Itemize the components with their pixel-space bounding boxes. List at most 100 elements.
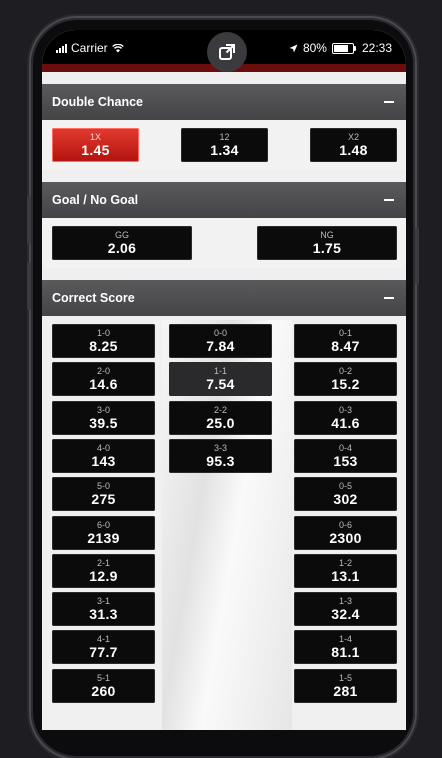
score-label: 0-3 (338, 404, 352, 415)
double-chance-row: 1X 1.45 12 1.34 X2 1.48 (42, 120, 406, 170)
clock-time: 22:33 (361, 41, 392, 55)
score-button-1-0[interactable]: 1-0 8.25 (52, 324, 155, 358)
score-button-2-2[interactable]: 2-2 25.0 (169, 400, 272, 435)
location-arrow-icon (289, 44, 298, 52)
score-odd: 8.47 (331, 338, 360, 354)
score-button-0-6[interactable]: 0-6 2300 (294, 515, 397, 550)
score-label: 2-0 (96, 366, 110, 377)
score-odd: 77.7 (89, 644, 118, 661)
phone-screen: Carrier 80% 22:33 Double Chance 1X 1.45 (42, 30, 406, 730)
odd-value: 1.75 (312, 240, 342, 256)
score-odd: 31.3 (89, 606, 118, 623)
score-label: 5-0 (96, 481, 110, 492)
score-button-6-0[interactable]: 6-0 2139 (52, 515, 155, 550)
score-odd: 8.25 (89, 338, 118, 354)
score-button-1-1[interactable]: 1-1 7.54 (169, 362, 272, 397)
odd-value: 1.45 (81, 142, 110, 158)
odd-button-ng[interactable]: NG 1.75 (257, 226, 397, 260)
odd-button-1x[interactable]: 1X 1.45 (52, 128, 139, 162)
score-label: 6-0 (96, 519, 110, 530)
score-button-3-0[interactable]: 3-0 39.5 (52, 400, 155, 435)
collapse-icon[interactable] (384, 199, 394, 201)
score-label: 1-4 (338, 634, 352, 645)
score-button-5-1[interactable]: 5-1 260 (52, 668, 155, 703)
score-label: 0-2 (338, 366, 352, 377)
score-button-1-3[interactable]: 1-3 32.4 (294, 592, 397, 627)
odd-value: 1.48 (339, 142, 368, 158)
odd-label: NG (320, 230, 334, 240)
score-odd: 260 (91, 682, 116, 699)
score-odd: 32.4 (331, 606, 360, 623)
score-label: 1-5 (338, 672, 352, 683)
battery-icon (331, 42, 356, 54)
score-label: 1-3 (338, 596, 352, 607)
score-button-0-2[interactable]: 0-2 15.2 (294, 362, 397, 397)
score-odd: 39.5 (89, 414, 118, 431)
section-header-correct-score[interactable]: Correct Score (42, 280, 406, 316)
score-label: 2-1 (96, 557, 110, 568)
section-header-double-chance[interactable]: Double Chance (42, 84, 406, 120)
score-odd: 95.3 (206, 452, 235, 469)
picture-in-picture-button[interactable] (207, 32, 247, 72)
signal-icon (56, 43, 67, 53)
section-header-goal-no-goal[interactable]: Goal / No Goal (42, 182, 406, 218)
score-button-5-0[interactable]: 5-0 275 (52, 477, 155, 512)
score-odd: 7.54 (206, 376, 235, 393)
score-button-0-3[interactable]: 0-3 41.6 (294, 400, 397, 435)
score-odd: 153 (333, 452, 358, 469)
score-odd: 143 (91, 452, 116, 469)
side-button-left-2 (27, 262, 31, 310)
score-odd: 41.6 (331, 414, 360, 431)
collapse-icon[interactable] (384, 101, 394, 103)
score-odd: 14.6 (89, 376, 118, 393)
score-button-0-5[interactable]: 0-5 302 (294, 477, 397, 512)
score-odd: 2300 (329, 529, 362, 546)
wifi-icon (111, 43, 124, 52)
side-button-left-1 (27, 196, 31, 244)
odd-label: 12 (219, 132, 230, 142)
score-button-0-1[interactable]: 0-1 8.47 (294, 324, 397, 358)
score-label: 5-1 (96, 672, 110, 683)
score-button-1-5[interactable]: 1-5 281 (294, 668, 397, 703)
odd-label: 1X (89, 132, 101, 142)
section-title: Goal / No Goal (52, 193, 139, 207)
odd-label: GG (114, 230, 129, 240)
score-label: 3-0 (96, 404, 110, 415)
score-label: 1-1 (213, 366, 227, 377)
score-button-1-2[interactable]: 1-2 13.1 (294, 553, 397, 588)
odd-button-gg[interactable]: GG 2.06 (52, 226, 192, 260)
score-odd: 12.9 (89, 567, 118, 584)
score-label: 4-1 (96, 634, 110, 645)
score-label: 0-4 (338, 442, 352, 453)
score-button-1-4[interactable]: 1-4 81.1 (294, 630, 397, 665)
score-label: 1-2 (338, 557, 352, 568)
score-button-2-0[interactable]: 2-0 14.6 (52, 362, 155, 397)
score-button-0-4[interactable]: 0-4 153 (294, 438, 397, 473)
side-button-right (415, 228, 419, 284)
score-button-4-1[interactable]: 4-1 77.7 (52, 630, 155, 665)
score-odd: 15.2 (331, 376, 360, 393)
odd-value: 2.06 (107, 240, 137, 256)
score-odd: 13.1 (331, 567, 360, 584)
odd-button-12[interactable]: 12 1.34 (181, 128, 268, 162)
score-odd: 7.84 (206, 338, 235, 354)
score-label: 0-5 (338, 481, 352, 492)
score-button-0-0[interactable]: 0-0 7.84 (169, 324, 272, 358)
odd-button-x2[interactable]: X2 1.48 (310, 128, 397, 162)
score-button-4-0[interactable]: 4-0 143 (52, 438, 155, 473)
odd-label: X2 (347, 132, 359, 142)
collapse-icon[interactable] (384, 297, 394, 299)
correct-score-grid: 1-0 8.25 2-0 14.6 3-0 39.5 4-0 143 5-0 275 6-0 2139… (42, 320, 406, 730)
score-label: 3-1 (96, 596, 110, 607)
score-label: 1-0 (96, 328, 110, 338)
score-label: 0-1 (338, 328, 352, 338)
score-odd: 275 (91, 491, 116, 508)
score-label: 0-6 (338, 519, 352, 530)
score-button-2-1[interactable]: 2-1 12.9 (52, 553, 155, 588)
score-button-3-3[interactable]: 3-3 95.3 (169, 438, 272, 473)
score-button-3-1[interactable]: 3-1 31.3 (52, 592, 155, 627)
score-odd: 81.1 (331, 644, 360, 661)
carrier-name: Carrier (71, 41, 108, 55)
score-label: 0-0 (213, 328, 227, 338)
score-label: 2-2 (213, 404, 227, 415)
